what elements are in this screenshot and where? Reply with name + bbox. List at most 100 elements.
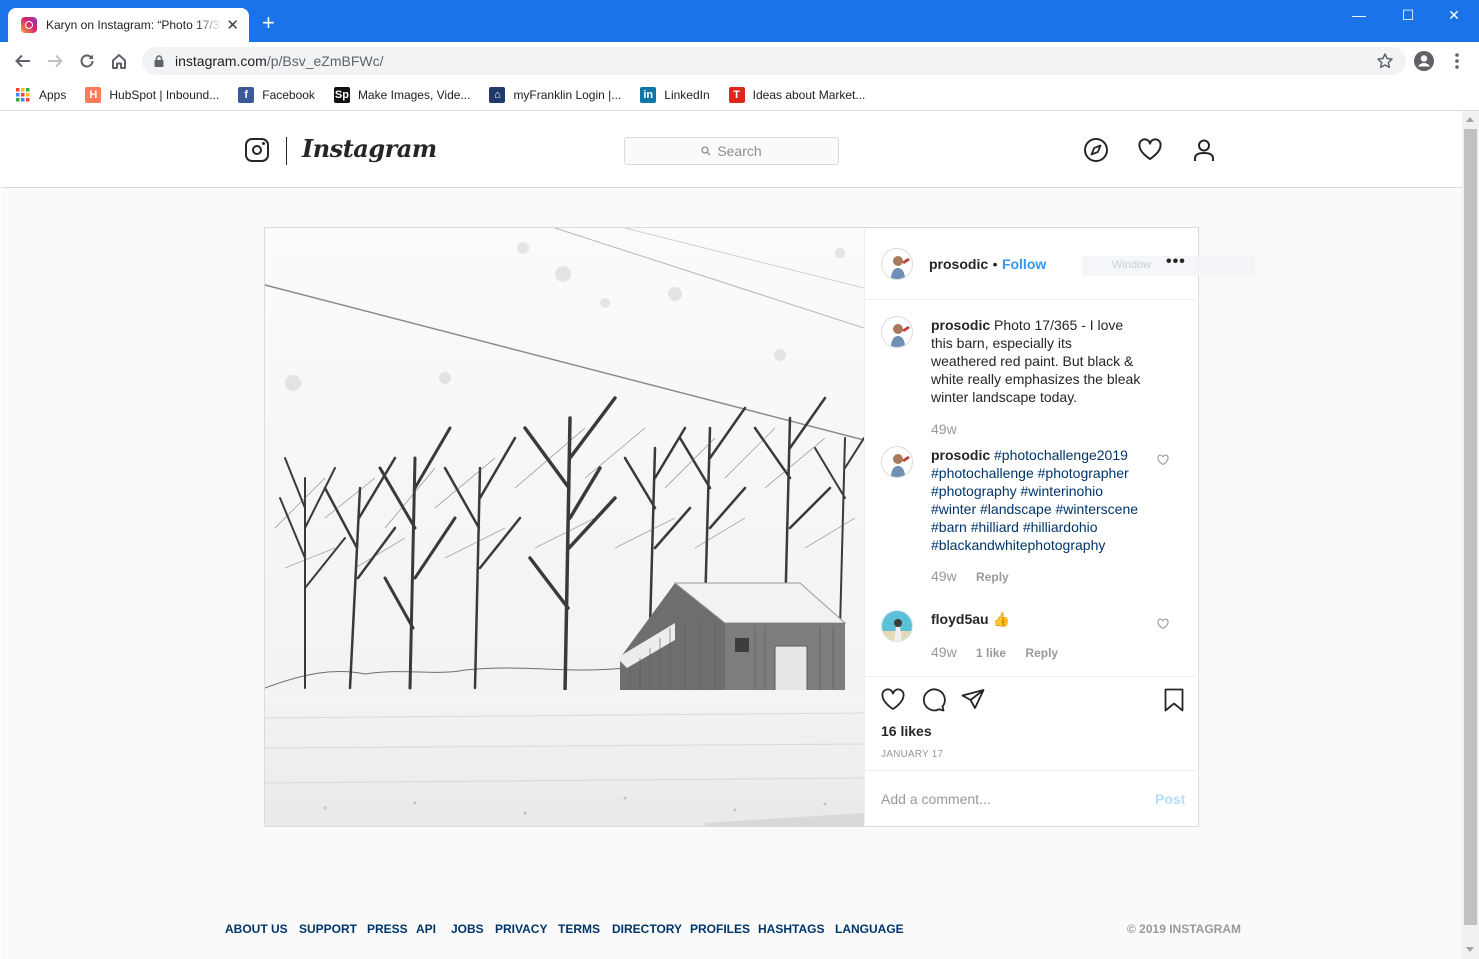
post-date[interactable]: JANUARY 17	[881, 749, 943, 760]
footer-link[interactable]: PRIVACY	[495, 922, 547, 936]
like-heart-icon[interactable]	[880, 687, 906, 713]
forward-arrow-icon[interactable]	[45, 51, 65, 71]
maximize-button[interactable]: ☐	[1385, 6, 1431, 24]
reply-button[interactable]: Reply	[976, 570, 1009, 584]
save-bookmark-icon[interactable]	[1161, 687, 1187, 713]
scroll-down-arrow-icon[interactable]	[1466, 947, 1474, 952]
comment-avatar[interactable]	[881, 610, 913, 642]
search-placeholder: Search	[717, 143, 762, 159]
scroll-up-arrow-icon[interactable]	[1466, 117, 1474, 122]
footer-link[interactable]: JOBS	[451, 922, 484, 936]
bookmark-item[interactable]: f Facebook	[238, 87, 315, 103]
winter-barn-photo	[265, 228, 864, 826]
likes-count[interactable]: 16 likes	[881, 723, 932, 739]
bookmark-label: myFranklin Login |...	[513, 88, 622, 102]
comment-username[interactable]: floyd5au	[931, 611, 989, 627]
back-arrow-icon[interactable]	[13, 51, 33, 71]
comment-time[interactable]: 49w	[931, 568, 957, 584]
bookmark-item[interactable]: Sp Make Images, Vide...	[333, 87, 471, 103]
bookmark-label: Ideas about Market...	[752, 88, 866, 102]
facebook-icon: f	[238, 87, 255, 103]
comment-text: floyd5au 👍	[931, 610, 1141, 628]
post-header: prosodic • Follow Window •••	[865, 228, 1255, 300]
bookmark-item[interactable]: H HubSpot | Inbound...	[85, 87, 219, 103]
comment-time[interactable]: 49w	[931, 644, 957, 660]
url-host: instagram.com	[175, 53, 267, 69]
home-icon[interactable]	[109, 51, 129, 71]
lock-icon	[154, 55, 164, 67]
browser-toolbar: instagram.com/p/Bsv_eZmBFWc/	[0, 42, 1479, 80]
address-bar[interactable]: instagram.com/p/Bsv_eZmBFWc/	[142, 47, 1406, 75]
page-scrollbar[interactable]	[1462, 111, 1479, 959]
author-avatar[interactable]	[881, 248, 913, 280]
hubspot-icon: H	[85, 87, 102, 103]
browser-titlebar: Karyn on Instagram: “Photo 17/365 – I lo…	[0, 0, 1479, 42]
footer-link[interactable]: TERMS	[558, 922, 600, 936]
explore-compass-icon[interactable]	[1083, 137, 1109, 163]
apps-grid-icon	[15, 87, 31, 103]
bookmark-star-icon[interactable]	[1376, 52, 1394, 70]
footer-link[interactable]: HASHTAGS	[758, 922, 824, 936]
comment-username[interactable]: prosodic	[931, 447, 990, 463]
footer-link[interactable]: PROFILES	[690, 922, 750, 936]
bookmark-item[interactable]: ⌂ myFranklin Login |...	[489, 87, 621, 103]
comment-meta: 49w Reply	[931, 568, 1025, 584]
profile-account-icon[interactable]	[1414, 51, 1434, 71]
footer-link[interactable]: DIRECTORY	[612, 922, 682, 936]
new-tab-button[interactable]: +	[262, 12, 275, 34]
post-sidebar: prosodic • Follow Window ••• prosodic Ph…	[864, 228, 1255, 826]
instagram-favicon-icon	[21, 17, 37, 33]
footer-link[interactable]: ABOUT US	[225, 922, 288, 936]
bookmark-item[interactable]: Apps	[15, 87, 66, 103]
caption-time[interactable]: 49w	[931, 421, 957, 437]
search-icon	[701, 146, 711, 156]
close-tab-icon[interactable]: ✕	[226, 18, 239, 33]
browser-tab-active[interactable]: Karyn on Instagram: “Photo 17/365 – I lo…	[8, 8, 249, 42]
author-username[interactable]: prosodic	[929, 256, 988, 272]
comment-like-heart-icon[interactable]	[1157, 454, 1169, 466]
bookmark-item[interactable]: in LinkedIn	[640, 87, 710, 103]
post-comment-button[interactable]: Post	[1155, 791, 1185, 807]
footer-link[interactable]: SUPPORT	[299, 922, 357, 936]
scroll-thumb[interactable]	[1464, 129, 1477, 925]
comment-like-heart-icon[interactable]	[1157, 618, 1169, 630]
reload-icon[interactable]	[77, 51, 97, 71]
share-paper-plane-icon[interactable]	[960, 687, 986, 713]
post-card: prosodic • Follow Window ••• prosodic Ph…	[264, 227, 1255, 827]
kebab-menu-icon[interactable]	[1447, 51, 1467, 71]
instagram-camera-logo-icon[interactable]	[245, 138, 269, 162]
caption-username[interactable]: prosodic	[931, 317, 990, 333]
page-footer: © 2019 INSTAGRAM ABOUT US SUPPORT PRESS API…	[1, 922, 1462, 942]
close-window-button[interactable]: ✕	[1431, 6, 1477, 24]
caption-text: prosodic Photo 17/365 - I love this barn…	[931, 316, 1141, 406]
url-text[interactable]: instagram.com/p/Bsv_eZmBFWc/	[175, 53, 384, 69]
bookmarks-bar: Apps H HubSpot | Inbound... f Facebook Sp Make…	[0, 80, 1479, 111]
profile-person-icon[interactable]	[1191, 137, 1217, 163]
bookmark-label: Make Images, Vide...	[357, 88, 471, 102]
logo-divider	[286, 137, 287, 165]
comment-bubble-icon[interactable]	[920, 687, 946, 713]
bookmark-label: HubSpot | Inbound...	[109, 88, 220, 102]
linkedin-icon: in	[640, 87, 657, 103]
comment-input[interactable]: Add a comment...	[881, 791, 991, 807]
instagram-wordmark[interactable]: Instagram	[302, 134, 437, 163]
post-photo[interactable]	[265, 228, 864, 826]
header-separator: •	[992, 256, 998, 272]
search-input[interactable]: Search	[624, 137, 839, 165]
bookmark-item[interactable]: T Ideas about Market...	[728, 87, 866, 103]
activity-heart-icon[interactable]	[1137, 137, 1163, 163]
minimize-button[interactable]: —	[1336, 6, 1382, 24]
comment-text: prosodic #photochallenge2019 #photochall…	[931, 446, 1141, 554]
comment-avatar[interactable]	[881, 446, 913, 478]
comment-likes-count[interactable]: 1 like	[976, 646, 1006, 660]
reply-button[interactable]: Reply	[1025, 646, 1058, 660]
caption-avatar[interactable]	[881, 316, 913, 348]
follow-button[interactable]: Follow	[1002, 256, 1046, 272]
thumbs-up-emoji: 👍	[992, 611, 1010, 627]
footer-link[interactable]: PRESS	[367, 922, 408, 936]
url-path: /p/Bsv_eZmBFWc/	[266, 53, 384, 69]
footer-link[interactable]: LANGUAGE	[835, 922, 904, 936]
comment-meta: 49w 1 like Reply	[931, 644, 1074, 660]
spark-icon: Sp	[333, 87, 350, 103]
footer-link[interactable]: API	[416, 922, 436, 936]
